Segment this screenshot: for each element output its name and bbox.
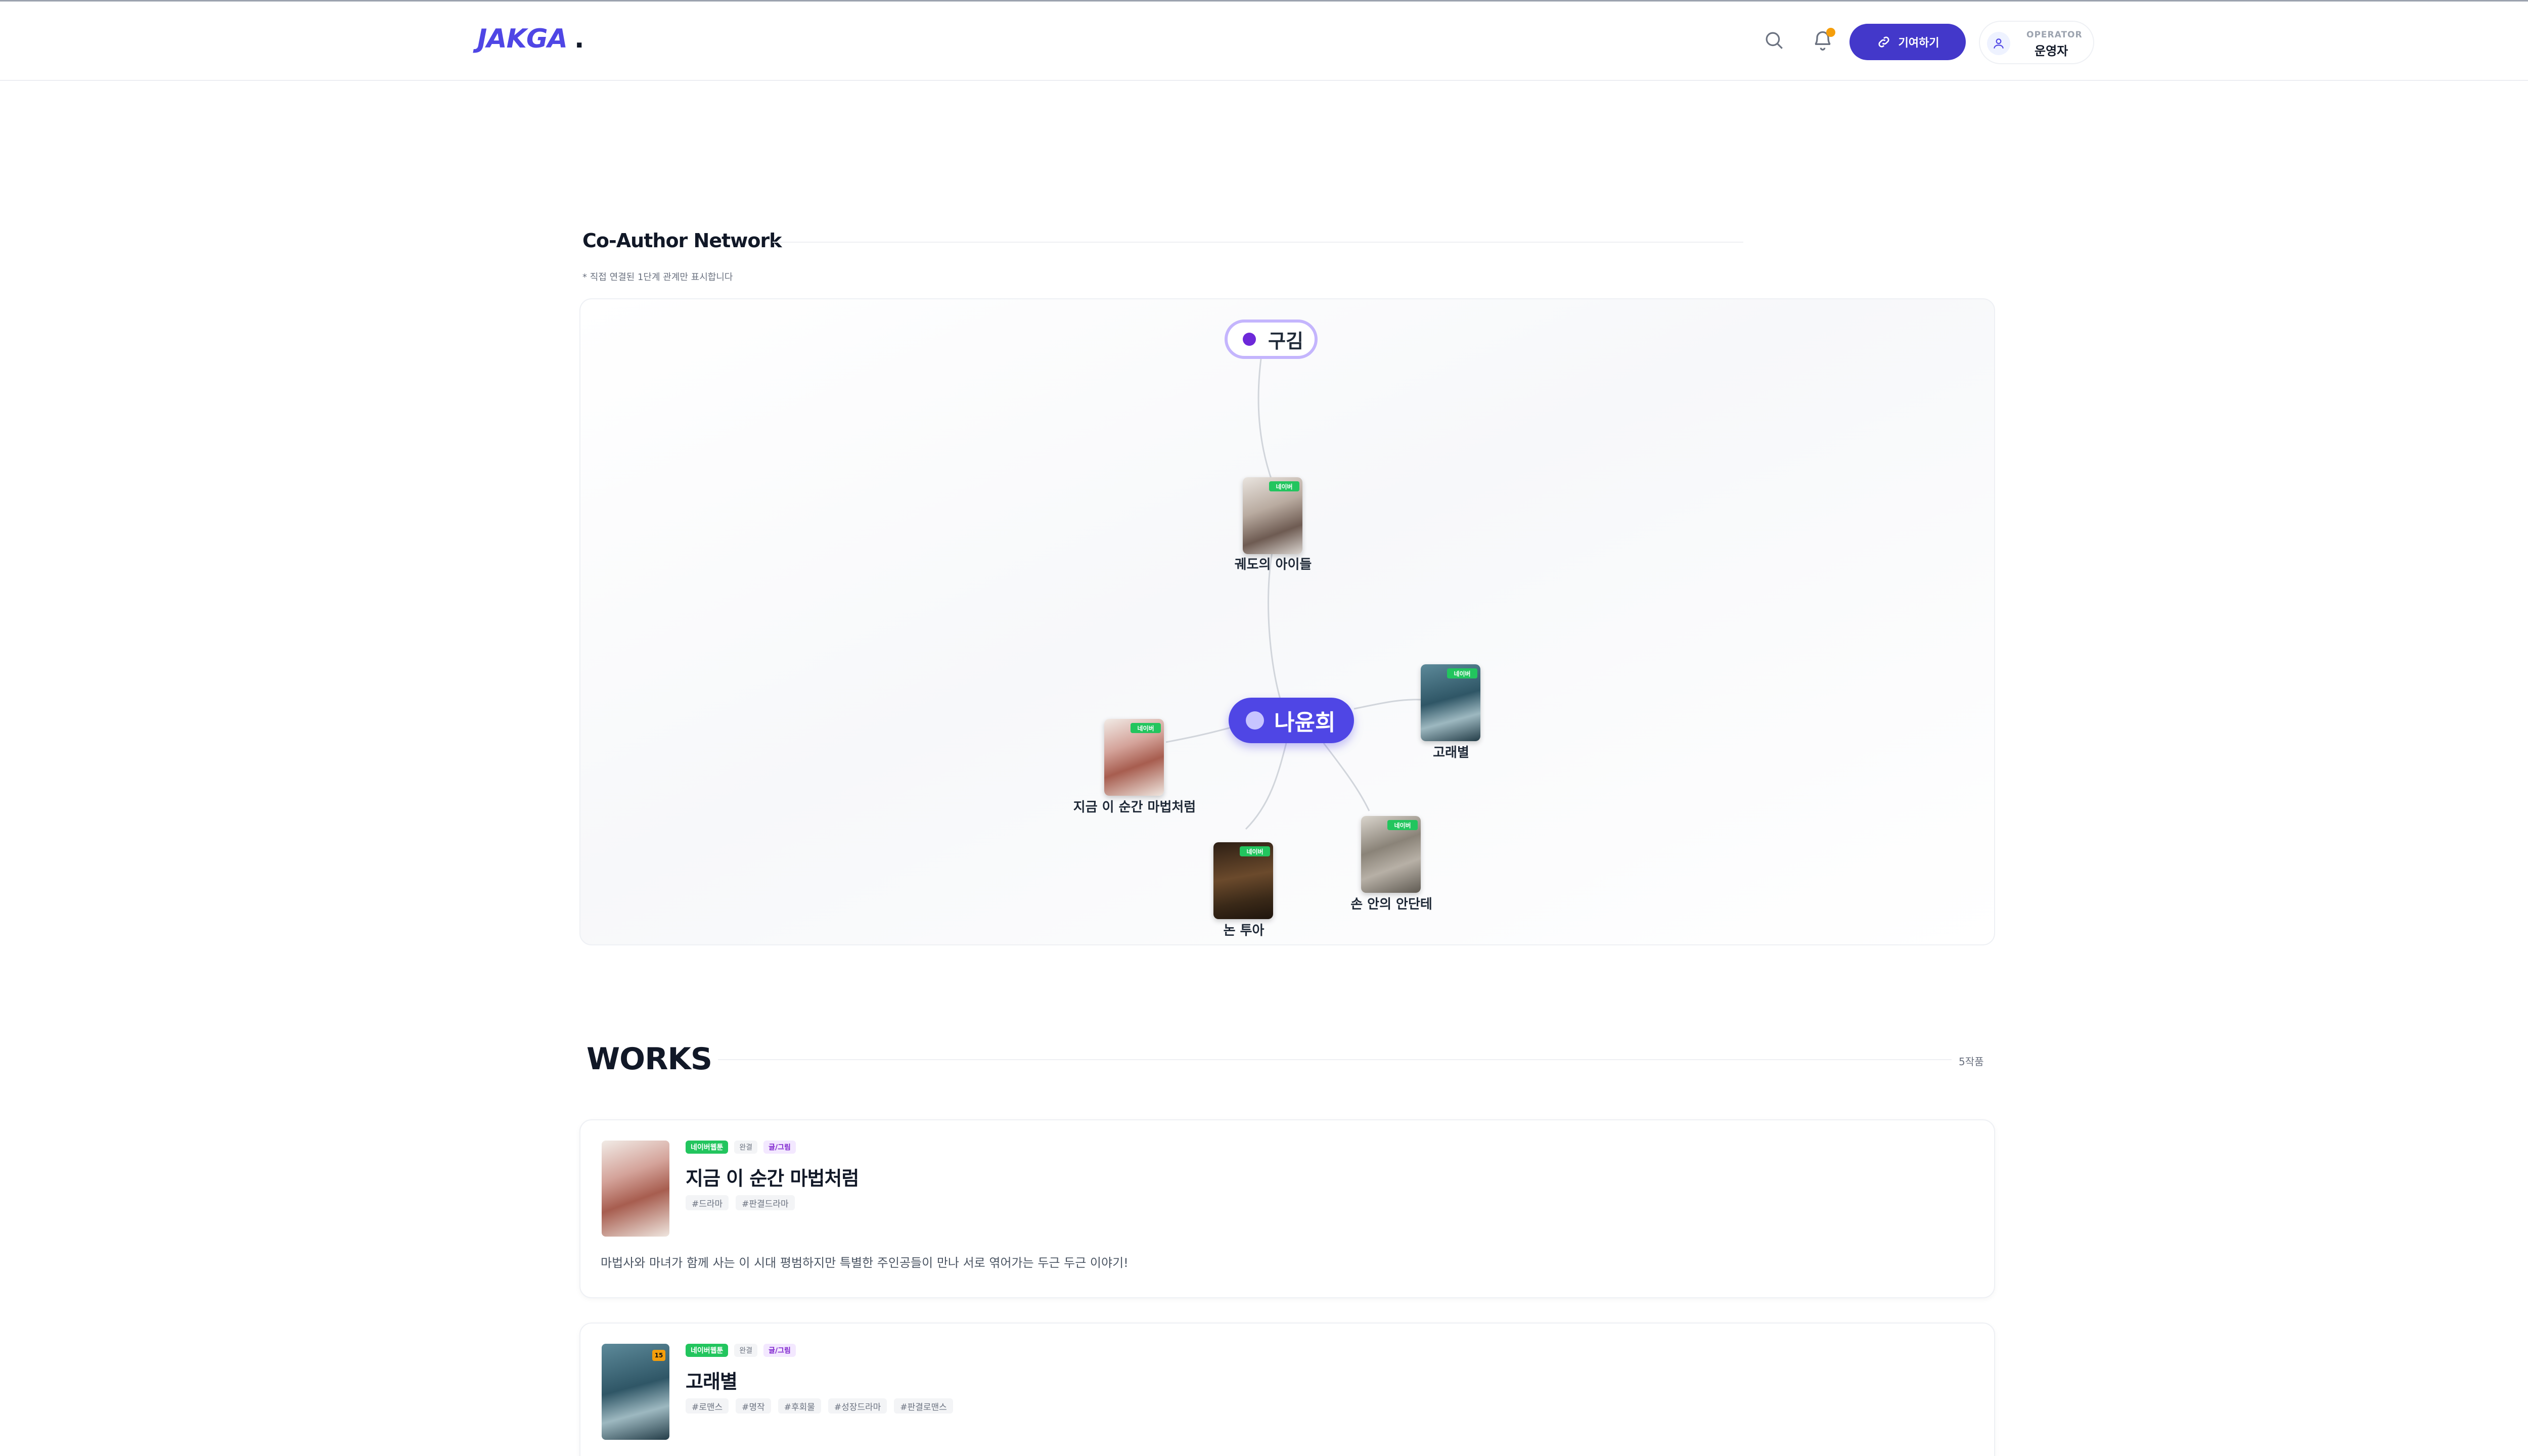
work-tags: 네이버웹툰 완결 글/그림	[686, 1344, 796, 1357]
status-tag: 완결	[734, 1344, 758, 1357]
edge-coauthor-work	[1257, 358, 1273, 482]
author-dot	[1243, 333, 1256, 346]
genre-chip[interactable]: #후회물	[778, 1398, 821, 1414]
work-tags: 네이버웹툰 완결 글/그림	[686, 1141, 796, 1154]
author-dot	[1246, 711, 1264, 730]
work-cover[interactable]	[602, 1141, 669, 1237]
work-node-cover[interactable]: 네이버	[1361, 816, 1421, 893]
co-author-node[interactable]: 구김	[1225, 320, 1318, 359]
status-tag: 완결	[734, 1141, 758, 1154]
platform-badge: 네이버	[1387, 820, 1418, 830]
network-edges	[1165, 358, 1422, 830]
genre-chip[interactable]: #성장드라마	[828, 1398, 887, 1414]
network-graph[interactable]: 구김 네이버 궤도의 아이들 나윤희 네이버 고래별 네이버 지금 이 순간 마…	[579, 298, 1995, 945]
platform-tag: 네이버웹툰	[686, 1344, 729, 1357]
work-node-cover[interactable]: 네이버	[1243, 477, 1302, 554]
platform-badge: 네이버	[1269, 481, 1299, 491]
works-count: 5작품	[1959, 1056, 1984, 1068]
user-icon	[1987, 32, 2010, 55]
edge-main-nontua	[1245, 743, 1287, 830]
edge-main-whale	[1353, 699, 1422, 710]
divider	[773, 242, 1743, 243]
platform-tag: 네이버웹툰	[686, 1141, 729, 1154]
divider	[718, 1059, 1952, 1060]
work-title[interactable]: 고래별	[686, 1366, 738, 1394]
work-node-cover[interactable]: 네이버	[1421, 664, 1480, 741]
genre-chip[interactable]: #판결드라마	[736, 1195, 795, 1210]
work-node-label: 고래별	[1433, 745, 1469, 760]
work-node-label: 지금 이 순간 마법처럼	[1073, 800, 1196, 815]
top-navigation-bar: JAKGA. 기여하기 OPERATOR 운영자	[0, 0, 2528, 81]
user-menu[interactable]: OPERATOR 운영자	[1979, 21, 2094, 64]
work-card[interactable]: 네이버웹툰 완결 글/그림 지금 이 순간 마법처럼 #드라마 #판결드라마 마…	[579, 1119, 1995, 1298]
work-node-label: 논 투아	[1223, 923, 1265, 938]
genre-chip[interactable]: #판결로맨스	[894, 1398, 953, 1414]
edge-main-magic	[1165, 726, 1233, 743]
co-author-name: 구김	[1268, 330, 1303, 352]
logo[interactable]: JAKGA.	[477, 24, 584, 54]
search-icon[interactable]	[1764, 30, 1785, 51]
notification-dot	[1826, 28, 1835, 37]
main-author-name: 나윤희	[1274, 710, 1336, 736]
genre-chip[interactable]: #로맨스	[686, 1398, 729, 1414]
role-tag: 글/그림	[763, 1344, 796, 1357]
work-node-cover[interactable]: 네이버	[1104, 719, 1164, 796]
work-cover[interactable]: 15	[602, 1344, 669, 1440]
work-node-label: 궤도의 아이들	[1234, 557, 1312, 572]
work-node-label: 손 안의 안단테	[1350, 897, 1432, 912]
genre-chip[interactable]: #명작	[736, 1398, 771, 1414]
work-title[interactable]: 지금 이 순간 마법처럼	[686, 1163, 859, 1191]
genre-list: #드라마 #판결드라마	[686, 1195, 795, 1210]
network-note: * 직접 연결된 1단계 관계만 표시합니다	[582, 272, 733, 283]
contribute-button[interactable]: 기여하기	[1849, 24, 1966, 60]
genre-chip[interactable]: #드라마	[686, 1195, 729, 1210]
main-author-node[interactable]: 나윤희	[1229, 698, 1354, 743]
work-node-cover[interactable]: 네이버	[1213, 842, 1273, 919]
role-tag: 글/그림	[763, 1141, 796, 1154]
link-icon	[1878, 36, 1889, 48]
user-name: 운영자	[2035, 44, 2068, 58]
platform-badge: 네이버	[1240, 846, 1270, 856]
age-rating-badge: 15	[652, 1350, 665, 1361]
genre-list: #로맨스 #명작 #후회물 #성장드라마 #판결로맨스	[686, 1398, 953, 1414]
work-description: 마법사와 마녀가 함께 사는 이 시대 평범하지만 특별한 주인공들이 만나 서…	[601, 1256, 1128, 1270]
edge-work-main	[1268, 552, 1281, 699]
edge-main-andante	[1323, 743, 1370, 811]
works-title: WORKS	[586, 1041, 712, 1077]
work-card[interactable]: 15 네이버웹툰 완결 글/그림 고래별 #로맨스 #명작 #후회물 #성장드라…	[579, 1323, 1995, 1456]
platform-badge: 네이버	[1131, 723, 1161, 733]
network-title: Co-Author Network	[582, 230, 782, 252]
platform-badge: 네이버	[1447, 668, 1477, 678]
user-role: OPERATOR	[2026, 30, 2083, 40]
contribute-label: 기여하기	[1898, 37, 1939, 50]
